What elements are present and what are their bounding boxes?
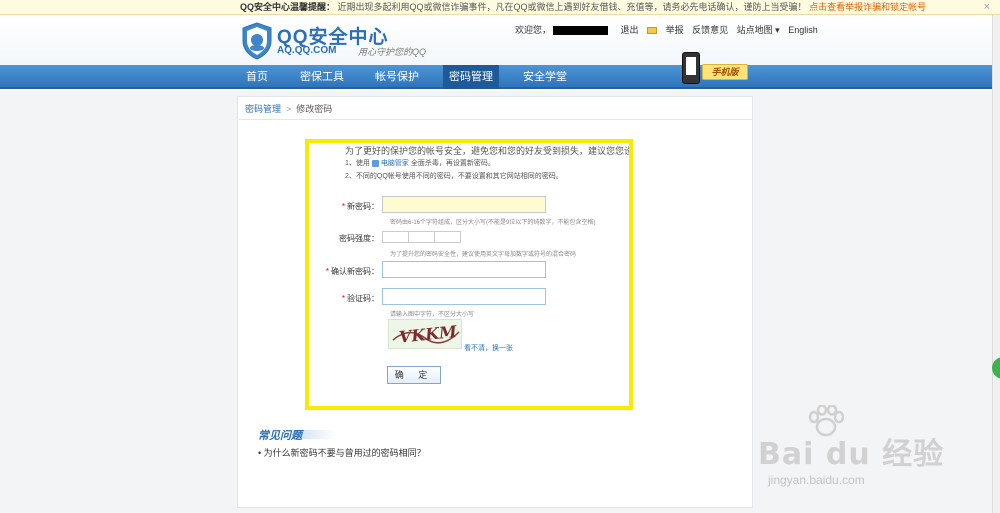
tip-one: 1、使用 电脑管家 全面杀毒，再设置新密码。 [345, 158, 495, 168]
watermark-url: jingyan.baidu.com [768, 473, 865, 487]
breadcrumb-divider [239, 119, 753, 120]
notice-text: 近期出现多起利用QQ或微信诈骗事件，凡在QQ或微信上遇到好友借钱、充值等，请务必… [337, 2, 807, 12]
nav-security-tools[interactable]: 密保工具 [292, 65, 352, 89]
mobile-version-label: 手机版 [702, 64, 748, 80]
captcha-hint: 请输入图中字符，不区分大小写 [390, 312, 475, 318]
captcha-label-text: 验证码： [347, 294, 379, 303]
faq-item-link[interactable]: • 为什么新密码不要与曾用过的密码相同？ [258, 448, 426, 458]
english-link[interactable]: English [788, 25, 818, 35]
scrollbar[interactable] [992, 15, 1000, 513]
form-intro: 为了更好的保护您的帐号安全，避免您和您的好友受到损失，建议您您设置密码时： [345, 146, 633, 156]
refresh-captcha[interactable]: 看不清，换一张 [464, 343, 513, 353]
required-mark: * [325, 267, 329, 276]
faq-item[interactable]: • 为什么新密码不要与曾用过的密码相同？ [258, 446, 426, 459]
submit-button[interactable]: 确 定 [387, 366, 441, 384]
notice-link[interactable]: 点击查看举报诈骗和锁定帐号 [809, 2, 926, 12]
captcha-image[interactable]: VKKM [388, 319, 462, 349]
required-mark: * [341, 294, 345, 303]
phone-icon [682, 52, 700, 84]
close-icon[interactable]: × [984, 0, 990, 14]
refresh-captcha-link[interactable]: 看不清，换一张 [464, 345, 513, 352]
confirm-password-label-text: 确认新密码： [331, 267, 379, 276]
confirm-password-label: * 确认新密码： [309, 266, 379, 277]
change-password-form: 为了更好的保护您的帐号安全，避免您和您的好友受到损失，建议您您设置密码时： 1、… [305, 139, 633, 410]
breadcrumb-current: 修改密码 [296, 104, 333, 114]
new-password-input[interactable] [382, 196, 546, 213]
welcome-text: 欢迎您， [515, 25, 552, 35]
report-link[interactable]: 举报 [666, 25, 684, 35]
strength-hint: 为了提升您的密码安全性，建议使用英文字母加数字或符号的混合密码 [390, 252, 577, 258]
captcha-text: VKKM [398, 322, 459, 347]
site-header: QQ安全中心 AQ.QQ.COM 用心守护您的QQ 欢迎您， 退出 举报 反馈意… [0, 15, 1000, 65]
masked-username [553, 26, 609, 36]
sitemap-link[interactable]: 站点地图 ▾ [737, 25, 780, 35]
nav-password-management[interactable]: 密码管理 [443, 65, 499, 89]
strength-label: 密码强度： [339, 234, 379, 243]
breadcrumb-separator: > [286, 104, 292, 114]
breadcrumb: 密码管理 > 修改密码 [245, 102, 332, 115]
watermark-brand: Bai du 经验 [758, 437, 945, 472]
new-password-label-text: 新密码： [347, 202, 379, 211]
logout-link[interactable]: 退出 [621, 25, 639, 35]
required-mark: * [341, 202, 345, 211]
nav-security-school[interactable]: 安全学堂 [515, 65, 575, 89]
faq-title: 常见问题 [258, 430, 302, 442]
new-password-label: * 新密码： [309, 201, 379, 212]
tip-two: 2、不同的QQ帐号使用不同的密码，不要设置和其它网站相同的密码。 [345, 173, 563, 180]
tip-one-suffix: 全面杀毒，再设置新密码。 [410, 160, 495, 167]
password-strength-meter [382, 231, 461, 243]
nav-home[interactable]: 首页 [237, 65, 277, 89]
pc-manager-link[interactable]: 电脑管家 [381, 160, 409, 167]
notice-prefix: QQ安全中心温馨提醒： [240, 2, 336, 12]
site-slogan: 用心守护您的QQ [358, 47, 427, 57]
pc-manager-icon [371, 159, 379, 167]
main-nav: 首页 密保工具 帐号保护 密码管理 安全学堂 [0, 65, 1000, 89]
captcha-label: * 验证码： [309, 293, 379, 304]
user-links: 欢迎您， 退出 举报 反馈意见 站点地图 ▾ English [515, 23, 818, 36]
captcha-graphic: VKKM [392, 322, 460, 347]
mobile-version-badge[interactable]: 手机版 [676, 52, 772, 86]
mail-icon[interactable] [647, 27, 658, 35]
nav-account-protection[interactable]: 帐号保护 [366, 65, 428, 89]
baidu-watermark: Bai du 经验 jingyan.baidu.com [758, 405, 958, 505]
tip-one-prefix: 1、使用 [345, 160, 370, 167]
captcha-input[interactable] [382, 288, 546, 305]
new-password-hint: 密码由6-16个字符组成，区分大小写(不能是9位以下的纯数字，不能包含空格) [390, 220, 596, 226]
confirm-password-input[interactable] [382, 261, 546, 278]
site-domain: AQ.QQ.COM [277, 45, 337, 56]
security-notice-bar: QQ安全中心温馨提醒： 近期出现多起利用QQ或微信诈骗事件，凡在QQ或微信上遇到… [0, 0, 1000, 15]
faq-title-decoration [296, 430, 336, 439]
breadcrumb-parent[interactable]: 密码管理 [245, 104, 281, 114]
feedback-link[interactable]: 反馈意见 [692, 25, 728, 35]
shield-logo-icon [242, 22, 272, 60]
